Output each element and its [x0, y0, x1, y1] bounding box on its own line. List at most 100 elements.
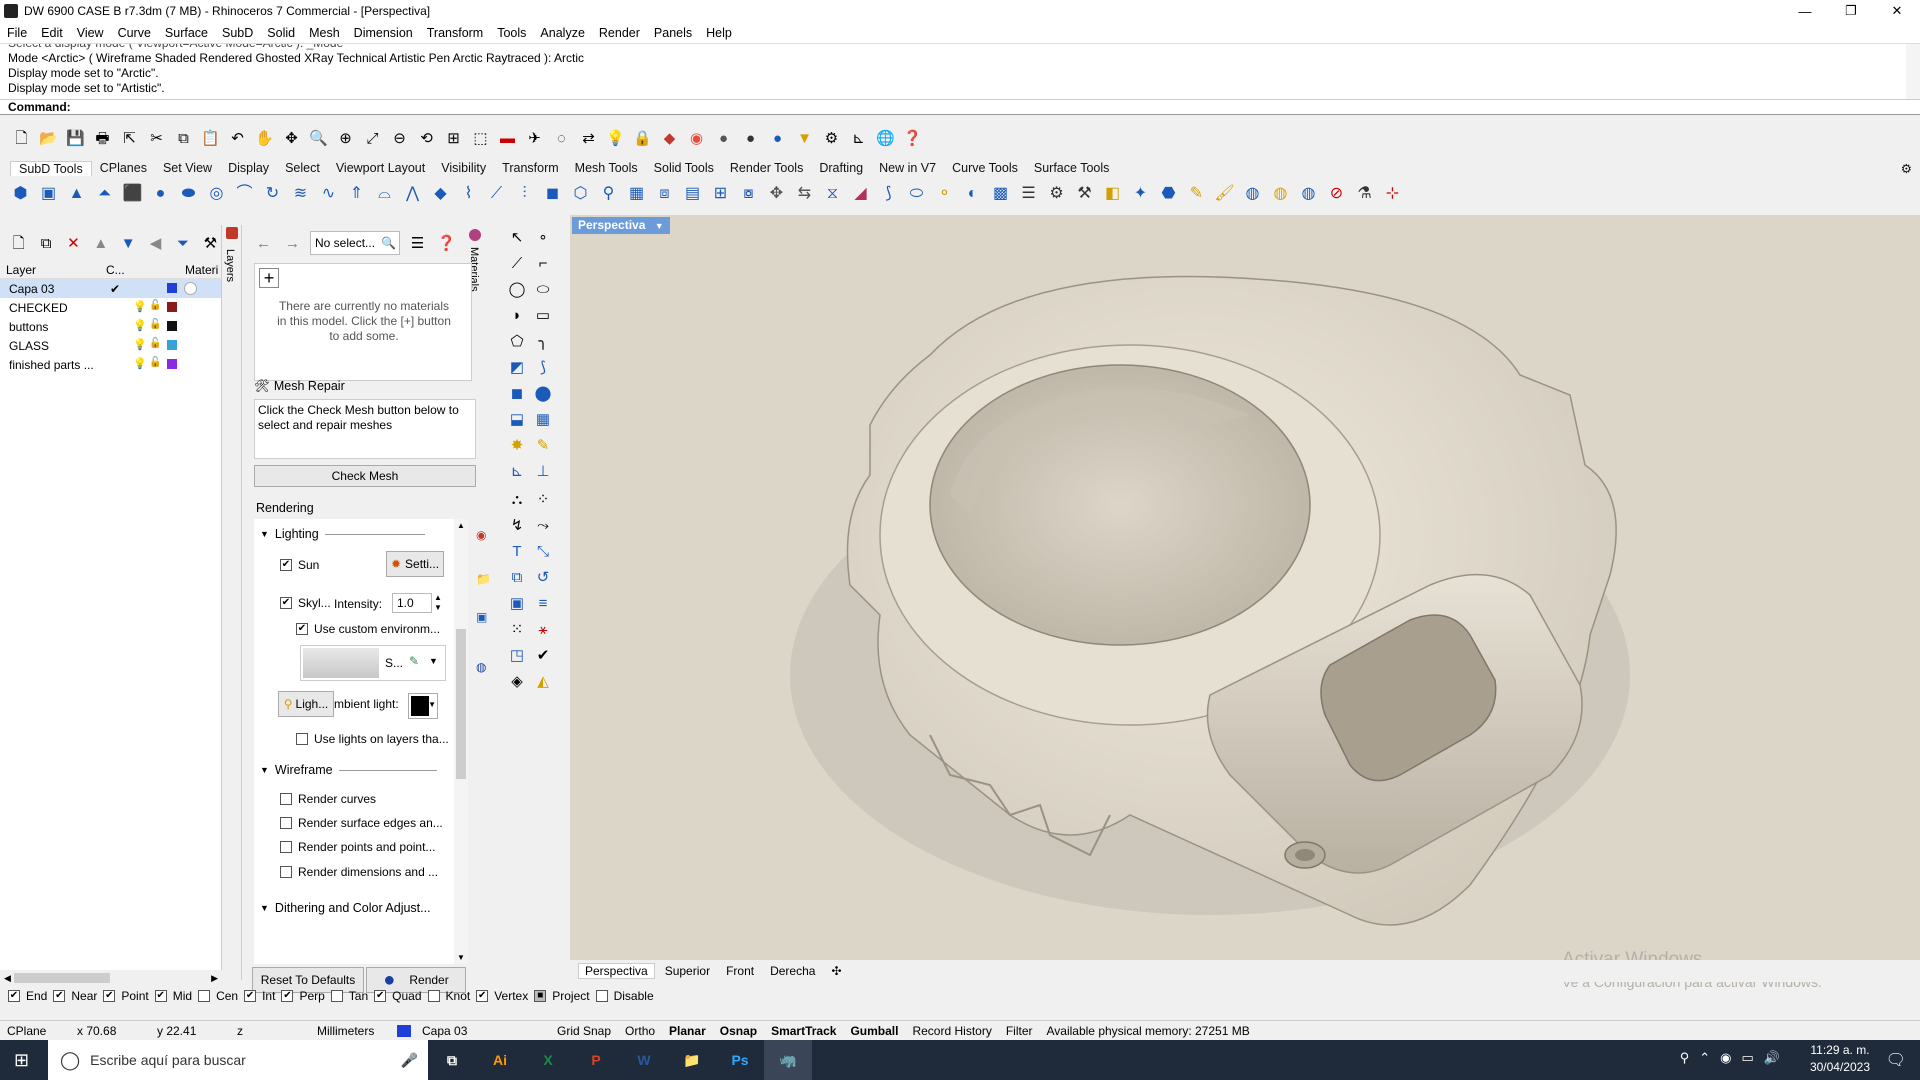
command-history[interactable]: Select a display mode ( Viewport=Active …	[0, 43, 1920, 99]
subd-no-icon[interactable]: ⊘	[1324, 182, 1349, 206]
tab-select[interactable]: Select	[277, 161, 328, 175]
subd-cylinder-icon[interactable]: ⬛	[120, 182, 145, 206]
filter-icon[interactable]: ▼	[793, 127, 816, 150]
polyline-icon[interactable]: ⟋	[505, 251, 529, 275]
paste-icon[interactable]: 📋	[199, 127, 222, 150]
menu-analyze[interactable]: Analyze	[533, 26, 591, 40]
ellipse-icon[interactable]: ⬭	[531, 277, 555, 301]
dithering-section-header[interactable]: ▼ Dithering and Color Adjust...	[260, 901, 431, 915]
visibility-bulb-icon[interactable]: 💡	[133, 338, 147, 351]
rendered-sphere-icon[interactable]: ●	[739, 127, 762, 150]
osnap-mid[interactable]: ✔ Mid	[154, 986, 192, 1006]
layer-row[interactable]: Capa 03 ✔	[0, 279, 221, 298]
circle-icon[interactable]: ◯	[505, 277, 529, 301]
render-tab-icon[interactable]: ◍	[476, 660, 486, 674]
tab-mesh-tools[interactable]: Mesh Tools	[567, 161, 646, 175]
open-file-icon[interactable]: 📂	[37, 127, 60, 150]
sun-checkbox[interactable]: ✔	[280, 559, 292, 571]
subd-stitch-icon[interactable]: ⫶	[512, 182, 537, 206]
tab-surface-tools[interactable]: Surface Tools	[1026, 161, 1118, 175]
tab-perspectiva[interactable]: Perspectiva	[578, 963, 655, 979]
options-gear-icon[interactable]: ⚙	[820, 127, 843, 150]
osnap-cen-checkbox[interactable]	[198, 990, 211, 1002]
dimension-tool-icon[interactable]: ⊾	[505, 459, 529, 483]
text-tool-icon[interactable]: T	[505, 539, 529, 563]
layer-tools-icon[interactable]: ⚒	[200, 232, 221, 255]
osnap-point[interactable]: ✔ Point	[103, 986, 149, 1006]
render-points-option[interactable]: Render points and point...	[280, 837, 435, 857]
current-layer-indicator[interactable]: Capa 03	[390, 1024, 550, 1038]
custom-environment-option[interactable]: ✔ Use custom environm...	[296, 619, 440, 639]
sun-option[interactable]: ✔ Sun	[280, 555, 319, 575]
camera-icon[interactable]: ✈	[523, 127, 546, 150]
osnap-tan[interactable]: Tan	[330, 986, 368, 1006]
ungroup-icon[interactable]: ⁘	[531, 487, 555, 511]
osnap-perp-checkbox[interactable]: ✔	[281, 990, 294, 1002]
osnap-int-checkbox[interactable]: ✔	[244, 990, 257, 1002]
osnap-end[interactable]: ✔ End	[8, 986, 47, 1006]
zoom-icon[interactable]: 🔍	[307, 127, 330, 150]
render-preview-icon[interactable]: ◈	[505, 669, 529, 693]
excel-app[interactable]: X	[524, 1040, 572, 1080]
tab-drafting[interactable]: Drafting	[811, 161, 871, 175]
osnap-vertex-checkbox[interactable]: ✔	[476, 990, 489, 1002]
people-icon[interactable]: ⚲	[1680, 1050, 1690, 1066]
environment-selector[interactable]: S... ✎ ▼	[300, 645, 446, 681]
layers-hscrollbar[interactable]: ◀ ▶	[0, 970, 222, 986]
curve-icon[interactable]: ⌐	[531, 251, 555, 275]
help-icon[interactable]: ❓	[901, 127, 924, 150]
osnap-quad[interactable]: ✔ Quad	[374, 986, 422, 1006]
lock-icon[interactable]: 🔒	[631, 127, 654, 150]
osnap-perp[interactable]: ✔ Perp	[281, 986, 325, 1006]
skylight-checkbox[interactable]: ✔	[280, 597, 292, 609]
new-layer-icon[interactable]: 🗋	[8, 232, 29, 255]
custom-environment-checkbox[interactable]: ✔	[296, 623, 308, 635]
shaded-sphere-icon[interactable]: ●	[712, 127, 735, 150]
layer-color-swatch[interactable]	[167, 359, 177, 369]
tab-settings-gear-icon[interactable]: ⚙	[1893, 161, 1920, 176]
split-icon[interactable]: ⤳	[531, 513, 555, 537]
menu-view[interactable]: View	[70, 26, 111, 40]
active-viewport-title[interactable]: Perspectiva ▼	[572, 217, 670, 234]
taskbar-search[interactable]: ◯ Escribe aquí para buscar 🎤	[48, 1040, 428, 1080]
notifications-icon[interactable]: 🗨	[1886, 1050, 1906, 1070]
render-curves-option[interactable]: Render curves	[280, 789, 376, 809]
render-surface-edges-option[interactable]: Render surface edges an...	[280, 813, 443, 833]
render-dimensions-checkbox[interactable]	[280, 866, 292, 878]
subd-mesh-icon[interactable]: ⬡	[568, 182, 593, 206]
planar-toggle[interactable]: Planar	[662, 1024, 713, 1038]
osnap-near-checkbox[interactable]: ✔	[53, 990, 66, 1002]
pan-hand-icon[interactable]: ✋	[253, 127, 276, 150]
subd-convert-icon[interactable]: ⚙	[1044, 182, 1069, 206]
menu-edit[interactable]: Edit	[34, 26, 70, 40]
subd-sphere2-icon[interactable]: ◍	[1240, 182, 1265, 206]
undo-view-icon[interactable]: ⟲	[415, 127, 438, 150]
subd-gumball-icon[interactable]: ✥	[764, 182, 789, 206]
lighting-section-header[interactable]: ▼ Lighting	[260, 527, 425, 541]
menu-dimension[interactable]: Dimension	[347, 26, 420, 40]
word-app[interactable]: W	[620, 1040, 668, 1080]
subd-fill-icon[interactable]: ◆	[428, 182, 453, 206]
hatch-tool-icon[interactable]: ⊥	[531, 459, 555, 483]
image-tab-icon[interactable]: ▣	[476, 610, 487, 624]
dimension-icon[interactable]: ⊾	[847, 127, 870, 150]
menu-subd[interactable]: SubD	[215, 26, 260, 40]
grid-snap-toggle[interactable]: Grid Snap	[550, 1024, 618, 1038]
osnap-disable[interactable]: Disable	[595, 986, 654, 1006]
circle-snap-icon[interactable]: ◌	[550, 127, 573, 150]
unlock-icon[interactable]: 🔓	[149, 338, 161, 349]
solid-box-icon[interactable]: ◼	[505, 381, 529, 405]
osnap-point-checkbox[interactable]: ✔	[103, 990, 116, 1002]
layer-column-header[interactable]: Layer	[0, 263, 100, 277]
scroll-thumb[interactable]	[14, 973, 110, 983]
watch-case-model[interactable]	[570, 215, 1920, 960]
zoom-window-icon[interactable]: ⊕	[334, 127, 357, 150]
delete-layer-icon[interactable]: ✕	[63, 232, 84, 255]
command-history-scrollbar[interactable]	[1906, 44, 1920, 99]
subd-cone-icon[interactable]: ▲	[64, 182, 89, 206]
tab-solid-tools[interactable]: Solid Tools	[646, 161, 722, 175]
move-icon[interactable]: ⧉	[505, 565, 529, 589]
folder-tab-icon[interactable]: 📁	[476, 572, 491, 586]
subd-align-icon[interactable]: ⇆	[792, 182, 817, 206]
subd-cube-icon[interactable]: ◼	[540, 182, 565, 206]
